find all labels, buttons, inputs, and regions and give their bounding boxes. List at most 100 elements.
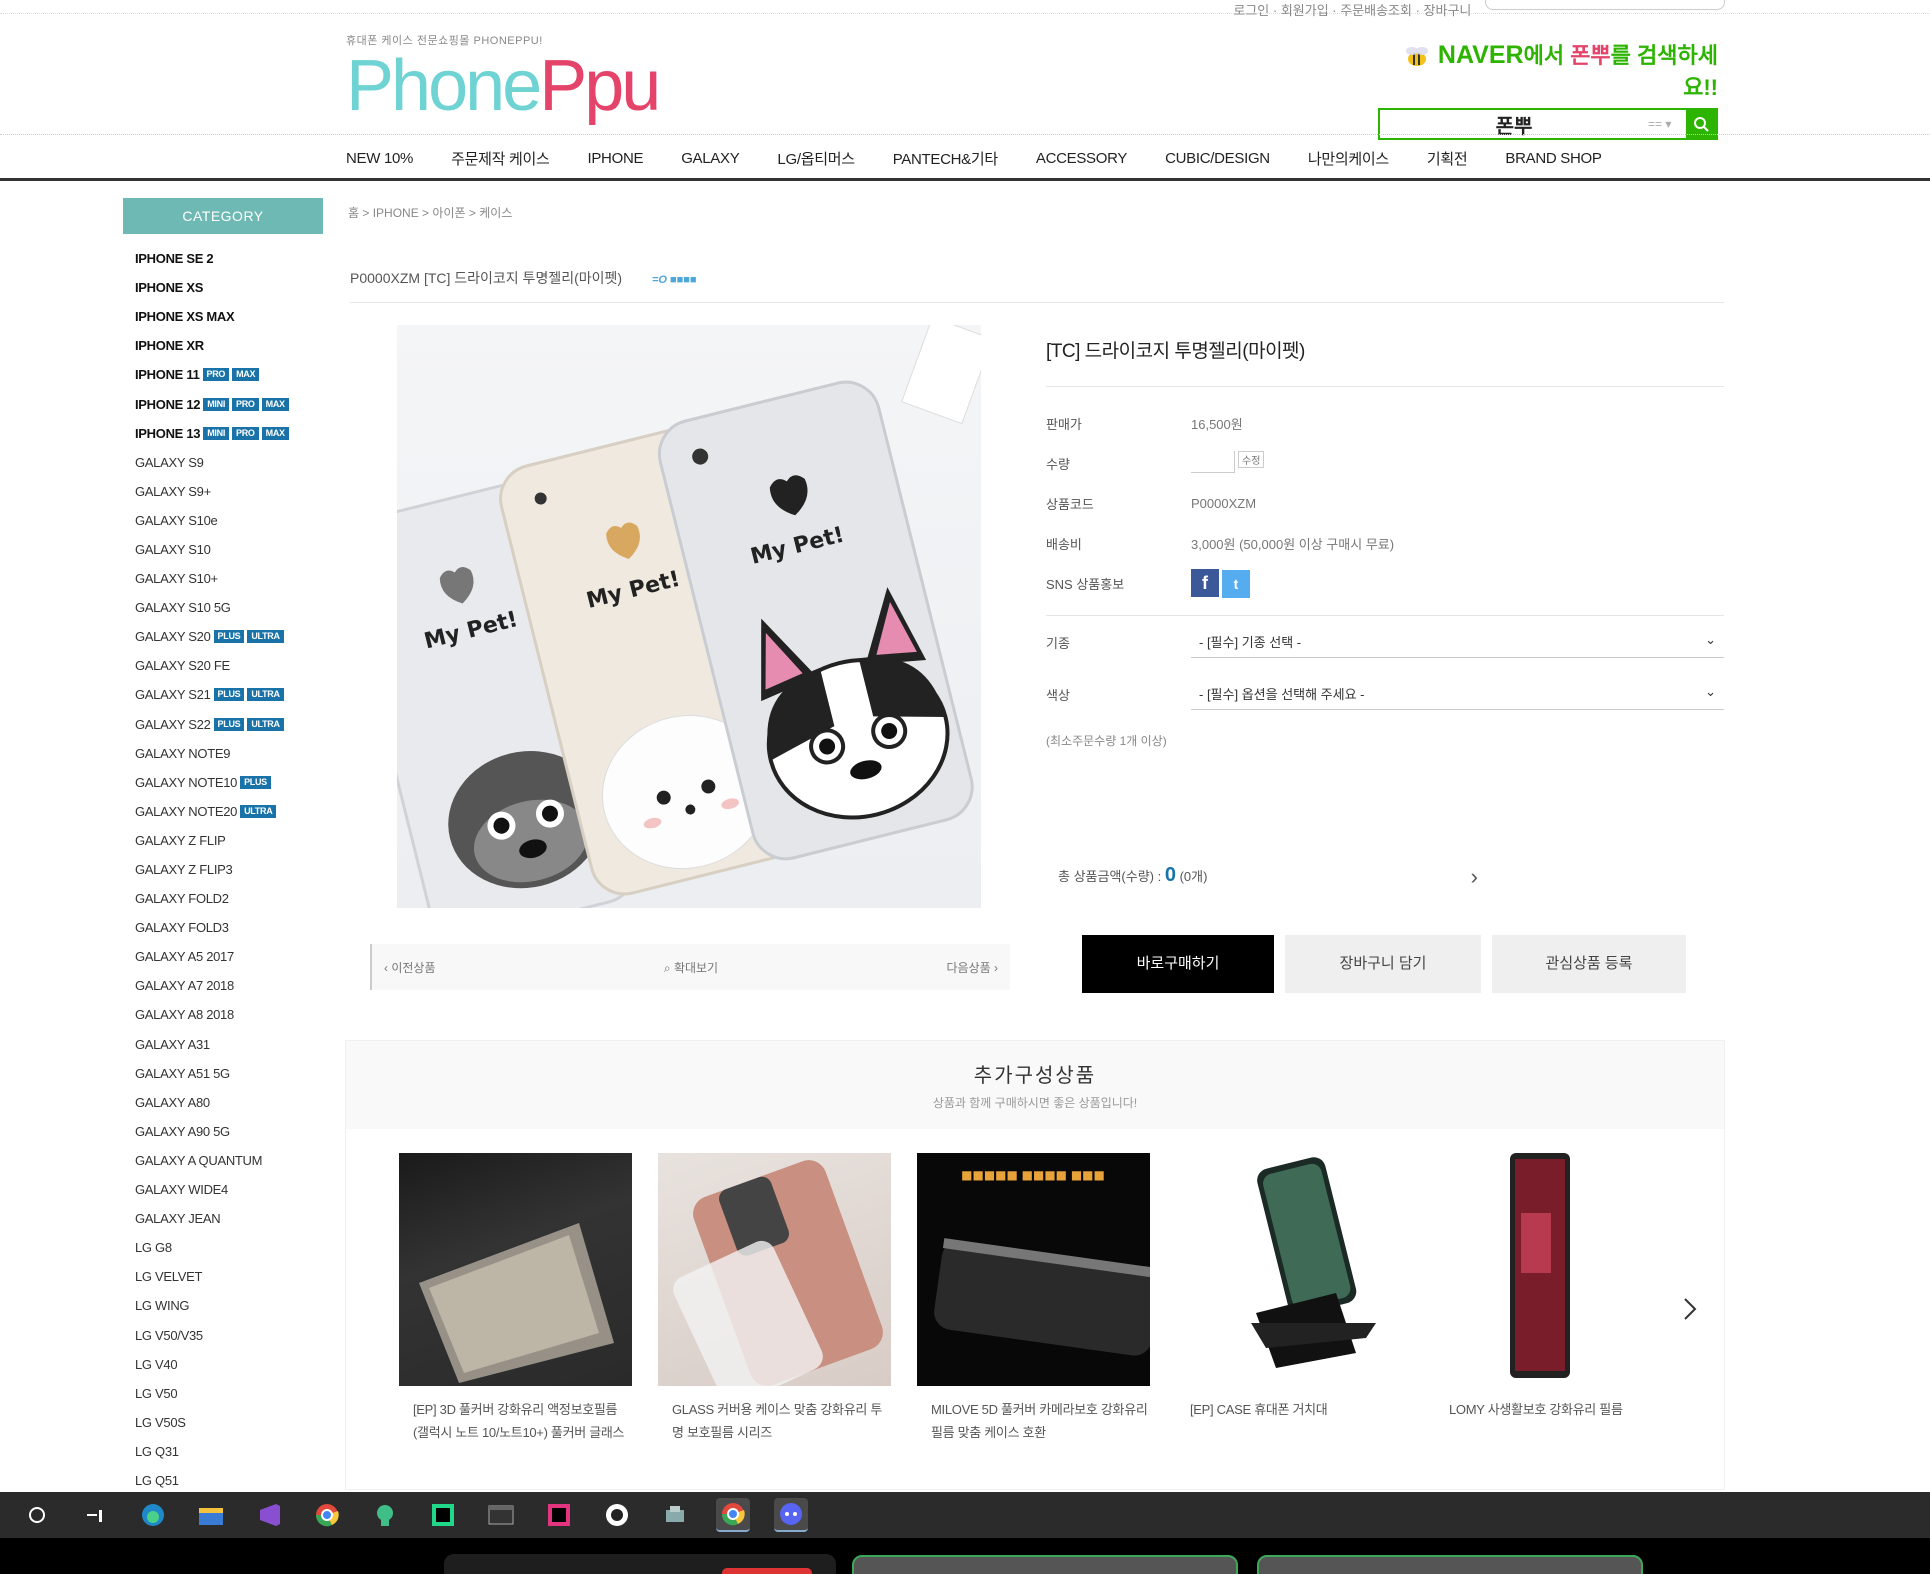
- sidebar-item[interactable]: IPHONE XS MAX: [135, 302, 323, 331]
- nav-lg[interactable]: LG/옵티머스: [777, 148, 855, 169]
- sidebar-item[interactable]: GALAXY FOLD3: [135, 913, 323, 942]
- sidebar-item[interactable]: GALAXY NOTE9: [135, 739, 323, 768]
- sidebar-item-tag[interactable]: MINI: [203, 426, 230, 440]
- nav-galaxy[interactable]: GALAXY: [681, 150, 740, 167]
- sidebar-item[interactable]: LG V50: [135, 1379, 323, 1408]
- sidebar-item-tag[interactable]: PRO: [202, 368, 230, 382]
- sidebar-item[interactable]: GALAXY S10: [135, 535, 323, 564]
- related-item-name[interactable]: [EP] 3D 풀커버 강화유리 액정보호필름 (갤럭시 노트 10/노트10+…: [399, 1398, 632, 1444]
- sidebar-item[interactable]: GALAXY S20 PLUS ULTRA: [135, 622, 323, 651]
- sidebar-item-tag[interactable]: PLUS: [240, 775, 271, 789]
- pycharm-icon[interactable]: [426, 1498, 460, 1532]
- sidebar-item[interactable]: GALAXY S22 PLUS ULTRA: [135, 710, 323, 739]
- sidebar-item[interactable]: GALAXY Z FLIP3: [135, 855, 323, 884]
- sidebar-item[interactable]: GALAXY A7 2018: [135, 971, 323, 1000]
- option-color-select[interactable]: - [필수] 옵션을 선택해 주세요 - ⌄: [1191, 678, 1724, 710]
- sidebar-item[interactable]: LG VELVET: [135, 1262, 323, 1291]
- related-item[interactable]: LOMY 사생활보호 강화유리 필름: [1435, 1153, 1668, 1444]
- sidebar-item-tag[interactable]: PLUS: [213, 630, 245, 644]
- related-item-image[interactable]: [658, 1153, 891, 1386]
- logo[interactable]: 휴대폰 케이스 전문쇼핑몰 PHONEPPU! PhonePpu: [346, 32, 661, 122]
- buy-now-button[interactable]: 바로구매하기: [1082, 935, 1274, 993]
- quantity-input[interactable]: [1191, 450, 1235, 473]
- sidebar-item[interactable]: LG G8: [135, 1233, 323, 1262]
- facebook-icon[interactable]: f: [1191, 568, 1219, 597]
- sidebar-item[interactable]: GALAXY A80: [135, 1088, 323, 1117]
- sidebar-item[interactable]: GALAXY S10e: [135, 506, 323, 535]
- top-search-box[interactable]: [1485, 0, 1725, 10]
- task-view-icon[interactable]: [78, 1498, 112, 1532]
- sidebar-item[interactable]: GALAXY Z FLIP: [135, 826, 323, 855]
- sidebar-item[interactable]: GALAXY A31: [135, 1030, 323, 1059]
- related-item-image[interactable]: [399, 1153, 632, 1386]
- nav-custom-case[interactable]: 주문제작 케이스: [451, 148, 550, 169]
- nav-brand-shop[interactable]: BRAND SHOP: [1505, 150, 1601, 167]
- sidebar-item-tag[interactable]: MAX: [232, 368, 260, 382]
- twitter-icon[interactable]: t: [1222, 569, 1250, 598]
- sidebar-item[interactable]: GALAXY S10+: [135, 564, 323, 593]
- discord-icon[interactable]: [774, 1498, 808, 1532]
- sidebar-item[interactable]: GALAXY S21 PLUS ULTRA: [135, 680, 323, 709]
- app-icon-tools[interactable]: [658, 1498, 692, 1532]
- sidebar-item[interactable]: GALAXY A51 5G: [135, 1059, 323, 1088]
- bottom-window-2[interactable]: [1257, 1555, 1643, 1574]
- sidebar-item-tag[interactable]: PRO: [232, 397, 259, 411]
- logo-wordmark[interactable]: PhonePpu: [346, 50, 661, 122]
- chevron-right-icon[interactable]: [1680, 1297, 1700, 1321]
- chrome-icon[interactable]: [310, 1498, 344, 1532]
- github-icon[interactable]: [600, 1498, 634, 1532]
- sidebar-item[interactable]: IPHONE XS: [135, 273, 323, 302]
- option-model-select[interactable]: - [필수] 기종 선택 - ⌄: [1191, 626, 1724, 658]
- sidebar-item[interactable]: LG Q51: [135, 1466, 323, 1495]
- related-item[interactable]: [EP] CASE 휴대폰 거치대: [1176, 1153, 1409, 1444]
- nav-pantech[interactable]: PANTECH&기타: [893, 148, 998, 169]
- zoom-link[interactable]: ⌕ 확대보기: [664, 959, 718, 976]
- sidebar-item[interactable]: GALAXY A5 2017: [135, 942, 323, 971]
- nav-accessory[interactable]: ACCESSORY: [1036, 150, 1128, 167]
- breadcrumb[interactable]: 홈 > IPHONE > 아이폰 > 케이스: [348, 204, 512, 221]
- bottom-window-1[interactable]: [852, 1555, 1238, 1574]
- sidebar-item[interactable]: GALAXY FOLD2: [135, 884, 323, 913]
- sidebar-item[interactable]: IPHONE SE 2: [135, 244, 323, 273]
- sidebar-item[interactable]: LG WING: [135, 1291, 323, 1320]
- add-to-cart-button[interactable]: 장바구니 담기: [1285, 935, 1481, 993]
- related-item-name[interactable]: GLASS 커버용 케이스 맞춤 강화유리 투명 보호필름 시리즈: [658, 1398, 891, 1444]
- chrome-active-icon[interactable]: [716, 1498, 750, 1532]
- sidebar-item[interactable]: GALAXY A QUANTUM: [135, 1146, 323, 1175]
- related-item[interactable]: [EP] 3D 풀커버 강화유리 액정보호필름 (갤럭시 노트 10/노트10+…: [399, 1153, 632, 1444]
- related-item-image[interactable]: [1176, 1153, 1409, 1386]
- sidebar-item-tag[interactable]: ULTRA: [247, 630, 284, 644]
- top-utility-links[interactable]: 로그인 · 회원가입 · 주문배송조회 · 장바구니: [1233, 0, 1725, 19]
- sidebar-item[interactable]: LG V40: [135, 1350, 323, 1379]
- next-product-link[interactable]: 다음상품 ›: [946, 959, 998, 976]
- search-icon[interactable]: [20, 1498, 54, 1532]
- sidebar-item[interactable]: IPHONE 13 MINI PRO MAX: [135, 419, 323, 448]
- sidebar-item-tag[interactable]: ULTRA: [247, 688, 284, 702]
- top-utility-text[interactable]: 로그인 · 회원가입 · 주문배송조회 · 장바구니: [1233, 3, 1471, 18]
- prev-product-link[interactable]: ‹ 이전상품: [384, 959, 436, 976]
- sidebar-item[interactable]: IPHONE 12 MINI PRO MAX: [135, 389, 323, 418]
- sidebar-item-tag[interactable]: MINI: [203, 397, 230, 411]
- related-item-image[interactable]: [1435, 1153, 1668, 1386]
- sidebar-item[interactable]: GALAXY A90 5G: [135, 1117, 323, 1146]
- file-explorer-icon[interactable]: [194, 1498, 228, 1532]
- sidebar-item-tag[interactable]: MAX: [261, 397, 289, 411]
- intellij-icon[interactable]: [542, 1498, 576, 1532]
- sidebar-item[interactable]: LG V50/V35: [135, 1320, 323, 1349]
- nav-new[interactable]: NEW 10%: [346, 150, 413, 167]
- chevron-right-icon[interactable]: ›: [1471, 864, 1478, 890]
- quantity-update-button[interactable]: 수정: [1238, 450, 1265, 468]
- sidebar-item[interactable]: GALAXY S20 FE: [135, 651, 323, 680]
- related-item[interactable]: ■■■■■ ■■■■ ■■■ MILOVE 5D 풀커버 카메라보호 강화유리 …: [917, 1153, 1150, 1444]
- sidebar-item[interactable]: GALAXY S9+: [135, 477, 323, 506]
- sidebar-item[interactable]: IPHONE XR: [135, 331, 323, 360]
- related-item-name[interactable]: MILOVE 5D 풀커버 카메라보호 강화유리 필름 맞춤 케이스 호환: [917, 1398, 1150, 1444]
- edge-icon[interactable]: [136, 1498, 170, 1532]
- sidebar-item[interactable]: GALAXY S9: [135, 448, 323, 477]
- sidebar-item[interactable]: LG V50S: [135, 1408, 323, 1437]
- product-image[interactable]: My Pet! My Pet! My Pet!: [397, 325, 981, 908]
- sidebar-item[interactable]: GALAXY A8 2018: [135, 1000, 323, 1029]
- add-to-wishlist-button[interactable]: 관심상품 등록: [1492, 935, 1686, 993]
- visual-studio-icon[interactable]: [252, 1498, 286, 1532]
- related-item-name[interactable]: [EP] CASE 휴대폰 거치대: [1176, 1398, 1409, 1421]
